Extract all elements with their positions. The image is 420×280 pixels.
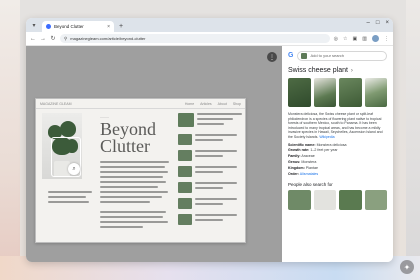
sidebar-item[interactable]: [178, 166, 242, 177]
sidebar-item[interactable]: [178, 150, 242, 161]
side-panel-icon[interactable]: ▥: [362, 36, 367, 42]
toolbar: ← → ↻ ⚲ magazinegleam.com/article/beyond…: [26, 32, 393, 46]
site-name[interactable]: MAGAZINE GLEAM: [40, 102, 72, 106]
assistant-icon[interactable]: ✦: [400, 260, 414, 274]
article-nav-links: Home Articles About Shop: [185, 102, 241, 106]
lens-side-panel: G Add to your search Swiss cheese plant …: [282, 46, 393, 262]
sidebar-item[interactable]: [178, 198, 242, 209]
article-sidebar: [178, 113, 242, 230]
result-description: Monstera deliciosa, the Swiss cheese pla…: [288, 112, 387, 140]
close-window-button[interactable]: ×: [385, 20, 389, 26]
browser-window: ▾ Beyond Clutter × + – □ × ← → ↻ ⚲ magaz…: [26, 18, 393, 262]
fact-list: Scientific name: Monstera deliciosa Grow…: [288, 143, 387, 178]
result-image[interactable]: [364, 78, 387, 107]
site-favicon-icon: [46, 24, 51, 29]
related-image[interactable]: [364, 190, 387, 211]
address-bar[interactable]: ⚲ magazinegleam.com/article/beyond-clutt…: [60, 34, 330, 43]
minimize-button[interactable]: –: [367, 20, 370, 26]
article-body-text: [100, 161, 172, 206]
result-title[interactable]: Swiss cheese plant ›: [288, 67, 387, 74]
desktop-edge-left: [0, 0, 20, 280]
overlay-menu-icon[interactable]: ⋮: [267, 52, 277, 62]
nav-link-home[interactable]: Home: [185, 102, 194, 106]
url-text: magazinegleam.com/article/beyond-clutter: [70, 36, 146, 41]
search-placeholder: Add to your search: [310, 53, 345, 58]
result-image[interactable]: [288, 78, 311, 107]
sidebar-feature[interactable]: [178, 113, 242, 128]
new-tab-button[interactable]: +: [119, 23, 123, 30]
lens-icon[interactable]: ◎: [334, 36, 338, 42]
tab-beyond-clutter[interactable]: Beyond Clutter ×: [42, 21, 114, 32]
tab-close-icon[interactable]: ×: [107, 24, 110, 30]
panel-search-row: G Add to your search: [288, 50, 387, 61]
result-images: [288, 78, 387, 107]
article-body-text-2: [100, 211, 172, 231]
web-page: ⋮ MAGAZINE GLEAM Home Articles About Sho…: [26, 46, 282, 262]
sidebar-item[interactable]: [178, 182, 242, 193]
chevron-right-icon: ›: [350, 67, 353, 74]
related-image[interactable]: [313, 190, 336, 211]
article-card: MAGAZINE GLEAM Home Articles About Shop: [35, 98, 246, 243]
selected-image-thumb[interactable]: [301, 52, 308, 59]
sidebar-item[interactable]: [178, 134, 242, 145]
window-controls: – □ ×: [367, 20, 389, 26]
result-image[interactable]: [339, 78, 362, 107]
result-image[interactable]: [313, 78, 336, 107]
wikipedia-link[interactable]: Wikipedia: [319, 135, 334, 139]
description-text: Monstera deliciosa, the Swiss cheese pla…: [288, 112, 383, 139]
maximize-button[interactable]: □: [376, 20, 380, 26]
result-title-text: Swiss cheese plant: [288, 67, 348, 74]
tab-bar: ▾ Beyond Clutter × + – □ ×: [26, 18, 393, 32]
related-image[interactable]: [339, 190, 362, 211]
article-nav: MAGAZINE GLEAM Home Articles About Shop: [36, 99, 245, 109]
reload-icon[interactable]: ↻: [50, 35, 56, 42]
browser-content: ⋮ MAGAZINE GLEAM Home Articles About Sho…: [26, 46, 393, 262]
related-image[interactable]: [288, 190, 311, 211]
menu-icon[interactable]: ⋮: [384, 36, 389, 42]
people-also-search-heading: People also search for: [288, 182, 333, 188]
sidebar-item[interactable]: [178, 214, 242, 225]
forward-icon[interactable]: →: [40, 36, 46, 42]
extensions-icon[interactable]: ▣: [353, 36, 358, 42]
nav-link-articles[interactable]: Articles: [200, 102, 211, 106]
star-icon[interactable]: ☆: [343, 36, 347, 42]
article-headline: Beyond Clutter: [100, 120, 156, 156]
profile-avatar[interactable]: [372, 35, 379, 42]
people-also-search-images: [288, 190, 387, 211]
back-icon[interactable]: ←: [30, 36, 36, 42]
article-caption-text: [48, 191, 92, 206]
lens-search-icon[interactable]: ⌕: [68, 163, 80, 175]
toolbar-icons: ◎ ☆ ▣ ▥ ⋮: [334, 35, 389, 42]
nav-link-shop[interactable]: Shop: [233, 102, 241, 106]
google-logo: G: [288, 52, 294, 59]
headline-line-2: Clutter: [100, 136, 150, 156]
lock-icon[interactable]: ⚲: [64, 36, 67, 42]
search-input[interactable]: Add to your search: [297, 50, 387, 61]
tab-title: Beyond Clutter: [54, 24, 84, 29]
desktop-edge-right: [406, 0, 420, 280]
fact-row: Order: Alismatales: [288, 171, 319, 176]
tab-search-icon[interactable]: ▾: [30, 21, 38, 29]
nav-link-about[interactable]: About: [218, 102, 227, 106]
